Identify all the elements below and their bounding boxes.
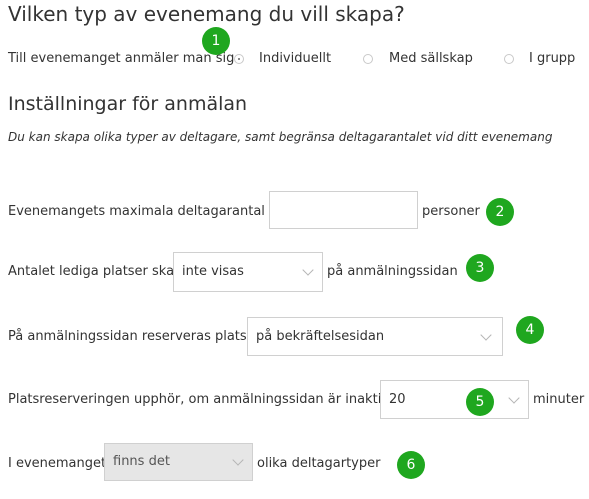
event-type-title: Vilken typ av evenemang du vill skapa? [8,2,405,26]
step-badge-5: 5 [466,388,494,416]
types-suffix: olika deltagartyper [257,456,381,471]
chevron-down-icon [232,454,244,466]
expiry-select[interactable]: 20 [380,380,529,419]
free-spots-value: inte visas [182,264,244,279]
reserve-select[interactable]: på bekräftelsesidan [247,317,503,356]
radio-label-individuellt[interactable]: Individuellt [259,51,331,66]
reserve-value: på bekräftelsesidan [256,329,385,344]
settings-subtitle: Du kan skapa olika typer av deltagare, s… [8,130,553,144]
chevron-down-icon [302,264,314,276]
types-value: finns det [113,454,170,469]
chevron-down-icon [508,392,520,404]
radio-i-grupp[interactable] [504,54,514,64]
step-badge-6: 6 [397,451,425,479]
free-spots-suffix: på anmälningssidan [327,264,458,279]
max-participants-unit: personer [422,204,480,219]
radio-label-med-sallskap[interactable]: Med sällskap [389,51,473,66]
expiry-label: Platsreserveringen upphör, om anmälnings… [8,392,397,407]
free-spots-select[interactable]: inte visas [173,252,323,292]
radio-individuellt[interactable] [234,54,244,64]
settings-title: Inställningar för anmälan [8,93,248,115]
step-badge-4: 4 [516,316,544,344]
max-participants-label: Evenemangets maximala deltagarantal är [8,204,283,219]
chevron-down-icon [480,329,492,341]
reserve-label: På anmälningssidan reserveras platser [8,329,261,344]
radio-med-sallskap[interactable] [363,54,373,64]
max-participants-input[interactable] [269,191,418,229]
step-badge-1: 1 [202,27,230,55]
expiry-unit: minuter [533,392,585,407]
types-label: I evenemanget [8,456,107,471]
radio-label-i-grupp[interactable]: I grupp [529,51,575,66]
free-spots-label: Antalet lediga platser skall [8,264,182,279]
step-badge-3: 3 [466,254,494,282]
expiry-value: 20 [389,392,406,407]
event-type-prompt: Till evenemanget anmäler man sig [8,51,235,66]
step-badge-2: 2 [486,198,514,226]
types-select[interactable]: finns det [104,443,253,481]
